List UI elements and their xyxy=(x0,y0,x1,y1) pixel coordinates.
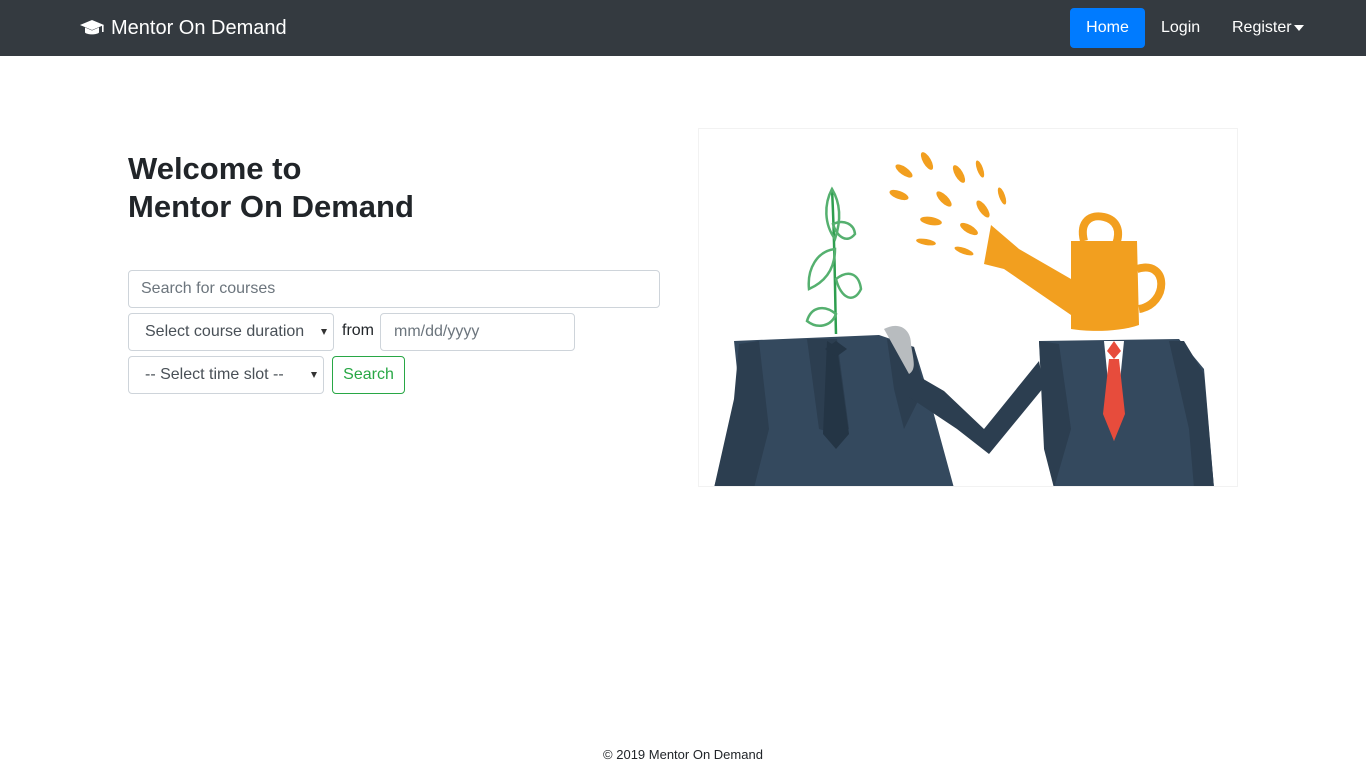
nav-login-link[interactable]: Login xyxy=(1161,8,1200,48)
top-navbar: Mentor On Demand Home Login Register xyxy=(0,0,1366,56)
page-title: Welcome to Mentor On Demand xyxy=(128,150,648,226)
course-search-input[interactable] xyxy=(128,270,660,308)
nav-home-link[interactable]: Home xyxy=(1070,8,1145,48)
watering-can-icon xyxy=(984,212,1166,331)
title-line-1: Welcome to xyxy=(128,151,302,186)
dropdown-arrow-icon xyxy=(311,372,317,378)
time-slot-select[interactable]: -- Select time slot -- xyxy=(128,356,324,394)
time-slot-value: -- Select time slot -- xyxy=(145,366,284,383)
plant-icon xyxy=(805,186,863,335)
caret-down-icon xyxy=(1293,25,1304,31)
date-placeholder: mm/dd/yyyy xyxy=(394,323,480,340)
hero-illustration xyxy=(698,128,1238,487)
nav-register-dropdown[interactable]: Register xyxy=(1232,8,1304,48)
brand-link[interactable]: Mentor On Demand xyxy=(79,15,287,41)
from-label: from xyxy=(342,322,374,339)
graduation-cap-icon xyxy=(80,20,104,35)
course-duration-select[interactable]: Select course duration xyxy=(128,313,334,351)
search-button[interactable]: Search xyxy=(332,356,405,394)
title-line-2: Mentor On Demand xyxy=(128,189,414,224)
dropdown-arrow-icon xyxy=(321,329,327,335)
mentorship-illustration xyxy=(714,152,1214,486)
brand-name: Mentor On Demand xyxy=(111,16,287,39)
right-person-figure xyxy=(1039,339,1214,486)
nav-register-label: Register xyxy=(1232,19,1292,36)
course-duration-value: Select course duration xyxy=(145,323,305,340)
footer-copyright: © 2019 Mentor On Demand xyxy=(603,747,763,762)
left-person-figure xyxy=(714,325,954,486)
start-date-input[interactable]: mm/dd/yyyy xyxy=(380,313,575,351)
